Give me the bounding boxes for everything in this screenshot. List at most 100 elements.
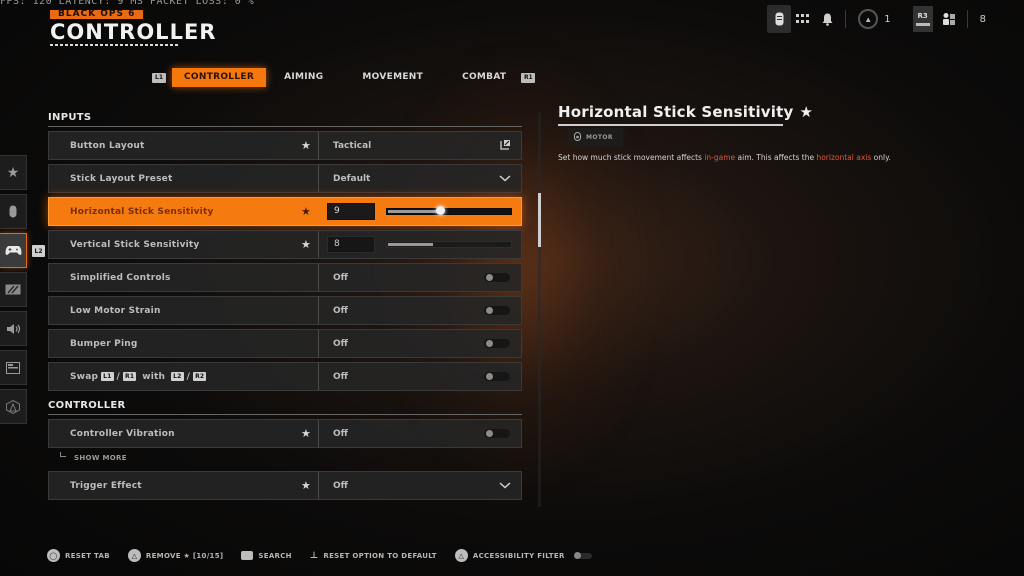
r3-label: R3 — [917, 12, 928, 20]
mouse-icon — [9, 205, 17, 218]
favorite-star-icon[interactable]: ★ — [301, 139, 311, 152]
setting-value: Off — [333, 428, 348, 439]
desc-text: aim. This affects the — [735, 153, 817, 162]
setting-horizontal-stick-sensitivity[interactable]: Horizontal Stick Sensitivity ★ 9 — [48, 197, 522, 226]
party-icon[interactable]: ▲ — [858, 9, 879, 29]
game-logo: BLACK OPS 6 — [50, 10, 144, 19]
desc-text: only. — [871, 153, 891, 162]
sensitivity-value-input[interactable]: 8 — [327, 236, 375, 253]
controller-icon[interactable] — [767, 5, 792, 33]
setting-stick-layout-preset[interactable]: Stick Layout Preset Default — [48, 164, 522, 193]
motor-icon — [574, 132, 581, 143]
scrollbar[interactable] — [538, 112, 541, 507]
tab-aiming[interactable]: AIMING — [272, 68, 335, 87]
prompt-label: RESET TAB — [65, 551, 110, 560]
nav-audio[interactable] — [0, 311, 27, 346]
setting-button-layout[interactable]: Button Layout ★ Tactical — [48, 131, 522, 160]
slider-knob[interactable] — [436, 206, 446, 215]
setting-value: Default — [333, 173, 371, 184]
brand-header: BLACK OPS 6 CONTROLLER — [50, 3, 216, 46]
favorite-star-icon[interactable]: ★ — [301, 427, 311, 440]
nav-mouse[interactable] — [0, 194, 27, 229]
row-divider — [318, 420, 319, 447]
favorite-star-icon[interactable]: ★ — [301, 205, 311, 218]
external-link-icon[interactable] — [500, 139, 511, 153]
page-title: CONTROLLER — [50, 20, 217, 44]
topbar-divider — [845, 10, 847, 28]
show-more-label: SHOW MORE — [74, 453, 127, 462]
nav-graphics[interactable] — [0, 272, 27, 307]
nav-controller[interactable] — [0, 233, 27, 268]
friends-count: 8 — [979, 13, 986, 25]
r1-button-icon: R1 — [123, 372, 137, 381]
nav-network[interactable] — [0, 389, 27, 424]
tab-movement[interactable]: MOVEMENT — [350, 68, 435, 87]
setting-bumper-ping[interactable]: Bumper Ping Off — [48, 329, 522, 358]
nav-interface[interactable] — [0, 350, 27, 385]
setting-swap-bumpers-triggers[interactable]: Swap L1 / R1 with L2 / R2 Off — [48, 362, 522, 391]
favorite-star-icon[interactable]: ★ — [301, 479, 311, 492]
tab-bar: L1 CONTROLLER AIMING MOVEMENT COMBAT R1 — [152, 68, 536, 87]
detail-description: Set how much stick movement affects in-g… — [558, 153, 958, 162]
toggle-switch[interactable] — [484, 339, 510, 348]
sensitivity-value-input[interactable]: 9 — [327, 203, 375, 220]
setting-controller-vibration[interactable]: Controller Vibration ★ Off — [48, 419, 522, 448]
nav-favorites[interactable]: ★ — [0, 155, 27, 190]
setting-value: Off — [333, 371, 348, 382]
setting-label: Trigger Effect — [70, 480, 142, 491]
toggle-switch[interactable] — [484, 306, 510, 315]
section-header-controller: CONTROLLER — [48, 400, 126, 411]
section-divider — [48, 126, 522, 127]
r2-button-icon: R2 — [193, 372, 207, 381]
section-divider — [48, 414, 522, 415]
setting-low-motor-strain[interactable]: Low Motor Strain Off — [48, 296, 522, 325]
chevron-down-icon[interactable] — [499, 480, 511, 492]
setting-label: Swap L1 / R1 with L2 / R2 — [70, 371, 207, 382]
show-more-link[interactable]: SHOW MORE — [60, 450, 522, 465]
chevron-down-icon[interactable] — [499, 173, 511, 185]
tab-controller[interactable]: CONTROLLER — [172, 68, 267, 87]
section-header-inputs: INPUTS — [48, 112, 92, 123]
tab-combat[interactable]: COMBAT — [450, 68, 518, 87]
label-text: / — [186, 371, 191, 382]
friends-icon[interactable] — [937, 5, 961, 33]
search-button[interactable]: SEARCH — [241, 551, 292, 560]
prompt-label: ACCESSIBILITY FILTER — [472, 551, 565, 560]
toggle-switch[interactable] — [484, 273, 510, 282]
setting-trigger-effect[interactable]: Trigger Effect ★ Off — [48, 471, 522, 500]
reset-option-button[interactable]: ⊥ RESET OPTION TO DEFAULT — [310, 549, 437, 562]
r3-button-icon[interactable]: R3 — [912, 6, 933, 32]
remove-favorite-button[interactable]: △ REMOVE ★ [10/15] — [127, 549, 224, 562]
row-divider — [318, 330, 319, 357]
toggle-switch[interactable] — [484, 372, 510, 381]
label-text: with — [142, 371, 166, 382]
row-divider — [318, 231, 319, 258]
grid-icon[interactable] — [791, 5, 815, 33]
accessibility-filter-toggle[interactable] — [573, 551, 592, 559]
display-icon — [5, 284, 21, 294]
detail-title-underline — [558, 124, 783, 126]
row-divider — [318, 363, 319, 390]
l3-button-icon: ⊥ — [309, 550, 319, 561]
setting-vertical-stick-sensitivity[interactable]: Vertical Stick Sensitivity ★ 8 — [48, 230, 522, 259]
setting-simplified-controls[interactable]: Simplified Controls Off — [48, 263, 522, 292]
toggle-switch[interactable] — [484, 429, 510, 438]
row-divider — [318, 132, 319, 159]
l2-button-icon: L2 — [32, 245, 45, 257]
horizontal-sensitivity-slider[interactable] — [386, 206, 512, 215]
accessibility-filter-button[interactable]: △ ACCESSIBILITY FILTER — [454, 549, 592, 562]
desc-text: Set how much stick movement affects — [558, 153, 705, 162]
setting-label: Bumper Ping — [70, 338, 138, 349]
label-text: / — [116, 371, 121, 382]
bell-icon[interactable] — [815, 5, 839, 33]
button-prompt-bar: ◯ RESET TAB △ REMOVE ★ [10/15] SEARCH ⊥ … — [47, 549, 610, 562]
slider-fill — [388, 243, 433, 246]
scrollbar-thumb[interactable] — [538, 193, 541, 247]
favorite-star-icon[interactable]: ★ — [301, 238, 311, 251]
setting-value: Off — [333, 272, 348, 283]
setting-value: Tactical — [333, 140, 372, 151]
vertical-sensitivity-slider[interactable] — [386, 241, 512, 248]
reset-tab-button[interactable]: ◯ RESET TAB — [47, 549, 110, 562]
l1-button-icon: L1 — [101, 372, 114, 381]
row-divider — [318, 165, 319, 192]
